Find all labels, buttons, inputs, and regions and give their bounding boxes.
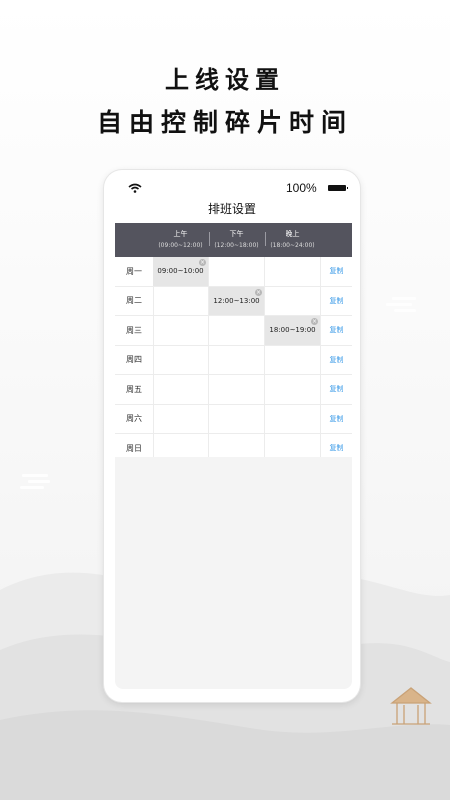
- slot-cell[interactable]: [265, 345, 321, 374]
- table-row: 周二 12:00~13:00 × 复制: [115, 286, 352, 316]
- status-bar: 100%: [104, 170, 360, 204]
- empty-area: [115, 457, 352, 689]
- copy-button[interactable]: 复制: [321, 405, 352, 434]
- slot-cell[interactable]: [265, 257, 321, 286]
- slot-cell[interactable]: [209, 257, 265, 286]
- copy-button[interactable]: 复制: [321, 375, 352, 404]
- cloud-right-icon: [386, 297, 416, 312]
- column-range: (18:00~24:00): [270, 242, 315, 249]
- battery-icon: [328, 185, 348, 191]
- slot-cell[interactable]: 18:00~19:00 ×: [265, 316, 321, 345]
- day-label: 周三: [115, 316, 154, 345]
- remove-slot-icon[interactable]: ×: [311, 318, 318, 325]
- copy-button[interactable]: 复制: [321, 287, 352, 316]
- wifi-icon: [128, 183, 142, 193]
- column-range: (12:00~18:00): [214, 242, 259, 249]
- table-row: 周三 18:00~19:00 × 复制: [115, 316, 352, 346]
- slot-cell[interactable]: [209, 316, 265, 345]
- promo-title: 上线设置: [165, 65, 285, 94]
- slot-cell[interactable]: [265, 404, 321, 433]
- column-header-evening: 晚上 (18:00~24:00): [265, 223, 320, 257]
- slot-cell[interactable]: 09:00~10:00 ×: [153, 257, 209, 286]
- slot-cell[interactable]: [153, 286, 209, 315]
- column-header-afternoon: 下午 (12:00~18:00): [209, 223, 264, 257]
- day-label: 周二: [115, 286, 154, 315]
- copy-button[interactable]: 复制: [321, 346, 352, 375]
- column-name: 下午: [229, 230, 244, 238]
- column-name: 上午: [173, 230, 188, 238]
- slot-cell[interactable]: [265, 375, 321, 404]
- day-label: 周四: [115, 345, 154, 374]
- column-range: (09:00~12:00): [158, 242, 203, 249]
- slot-cell[interactable]: [265, 286, 321, 315]
- slot-cell[interactable]: [153, 316, 209, 345]
- column-header-morning: 上午 (09:00~12:00): [153, 223, 208, 257]
- table-row: 周四 复制: [115, 345, 352, 375]
- promo-subtitle: 自由控制碎片时间: [96, 108, 353, 137]
- remove-slot-icon[interactable]: ×: [255, 288, 262, 296]
- schedule-table: 上午 (09:00~12:00) 下午 (12:00~18:00) 晚上 (18…: [115, 223, 352, 464]
- day-label: 周六: [115, 404, 154, 433]
- battery-percentage: 100%: [286, 181, 317, 195]
- slot-cell[interactable]: [209, 404, 265, 433]
- slot-cell[interactable]: [153, 375, 209, 404]
- table-row: 周六 复制: [115, 404, 352, 434]
- day-label: 周一: [115, 257, 154, 286]
- cloud-left-icon: [20, 474, 50, 489]
- slot-cell[interactable]: 12:00~13:00 ×: [209, 286, 265, 315]
- table-row: 周一 09:00~10:00 × 复制: [115, 257, 352, 287]
- slot-cell[interactable]: [153, 345, 209, 374]
- slot-cell[interactable]: [209, 345, 265, 374]
- slot-cell[interactable]: [209, 375, 265, 404]
- remove-slot-icon[interactable]: ×: [199, 259, 206, 266]
- page-title: 排班设置: [207, 202, 256, 216]
- copy-button[interactable]: 复制: [321, 257, 352, 286]
- column-name: 晚上: [285, 230, 300, 238]
- table-header: 上午 (09:00~12:00) 下午 (12:00~18:00) 晚上 (18…: [115, 223, 352, 257]
- table-row: 周五 复制: [115, 375, 352, 405]
- phone-frame: 100% 排班设置 上午 (09:00~12:00) 下午 (12:00~18:…: [104, 170, 360, 702]
- copy-button[interactable]: 复制: [321, 316, 352, 345]
- day-label: 周五: [115, 375, 154, 404]
- slot-cell[interactable]: [153, 404, 209, 433]
